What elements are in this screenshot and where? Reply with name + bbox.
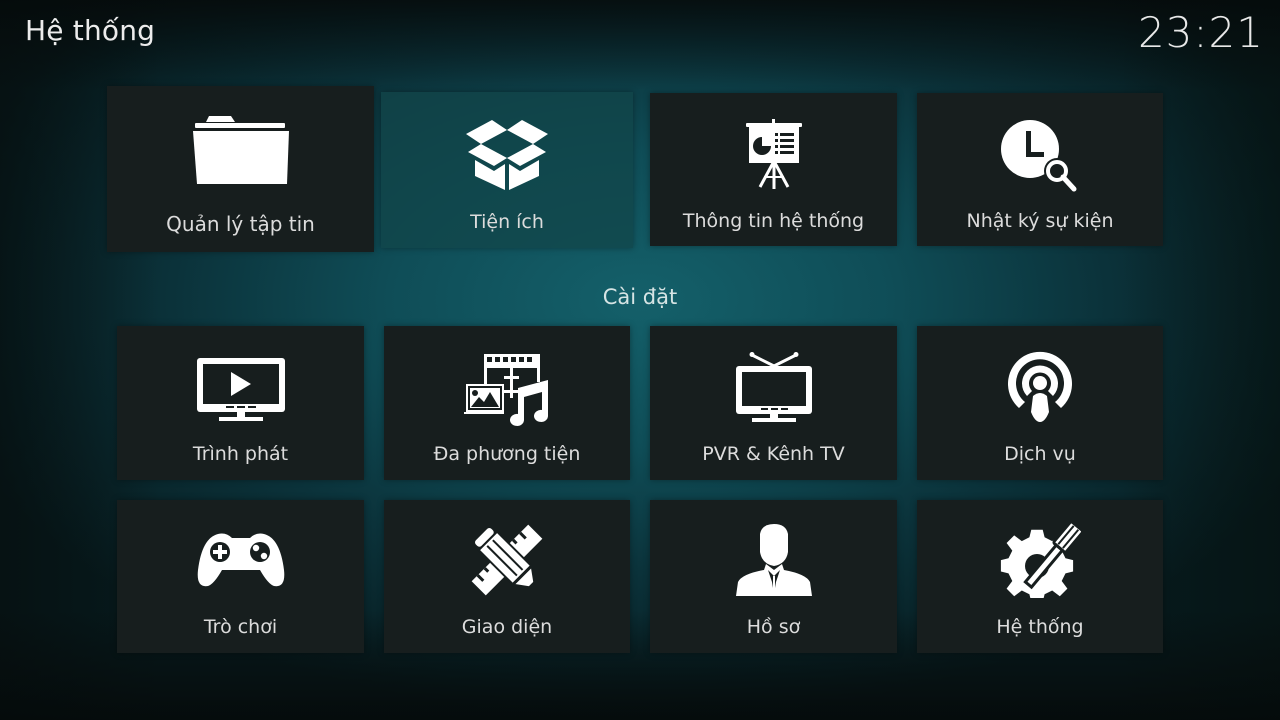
page-title: Hệ thống bbox=[25, 14, 156, 47]
open-box-icon bbox=[464, 116, 550, 192]
tv-antenna-icon bbox=[734, 352, 814, 422]
tile-label: Giao diện bbox=[461, 616, 553, 638]
tile-label: Nhật ký sự kiện bbox=[966, 210, 1114, 232]
tile-system-info[interactable]: Thông tin hệ thống bbox=[650, 93, 897, 246]
tile-interface[interactable]: Giao diện bbox=[384, 500, 630, 653]
tile-label: Dịch vụ bbox=[1004, 443, 1076, 465]
clock-search-icon bbox=[1000, 119, 1080, 195]
tile-label: Đa phương tiện bbox=[433, 443, 581, 465]
tile-label: Tiện ích bbox=[470, 211, 544, 233]
gamepad-icon bbox=[196, 530, 286, 590]
folder-icon bbox=[191, 114, 291, 186]
tile-profiles[interactable]: Hồ sơ bbox=[650, 500, 897, 653]
tile-add-ons[interactable]: Tiện ích bbox=[381, 92, 633, 248]
tile-games[interactable]: Trò chơi bbox=[117, 500, 364, 653]
tile-label: Trò chơi bbox=[203, 616, 278, 638]
tile-event-log[interactable]: Nhật ký sự kiện bbox=[917, 93, 1163, 246]
tile-system[interactable]: Hệ thống bbox=[917, 500, 1163, 653]
broadcast-person-icon bbox=[1005, 350, 1075, 424]
clock: 23:21 bbox=[1137, 8, 1264, 57]
tile-media[interactable]: Đa phương tiện bbox=[384, 326, 630, 480]
tile-label: Trình phát bbox=[192, 443, 289, 465]
tile-label: PVR & Kênh TV bbox=[702, 443, 845, 465]
tile-player[interactable]: Trình phát bbox=[117, 326, 364, 480]
tile-pvr-live-tv[interactable]: PVR & Kênh TV bbox=[650, 326, 897, 480]
presentation-board-icon bbox=[745, 119, 802, 189]
tile-label: Quản lý tập tin bbox=[166, 212, 315, 236]
gear-screwdriver-icon bbox=[999, 522, 1081, 598]
tile-services[interactable]: Dịch vụ bbox=[917, 326, 1163, 480]
tile-file-manager[interactable]: Quản lý tập tin bbox=[107, 86, 374, 252]
monitor-play-icon bbox=[195, 356, 287, 422]
pencil-ruler-icon bbox=[470, 524, 544, 596]
media-library-icon bbox=[462, 352, 552, 426]
tile-label: Thông tin hệ thống bbox=[682, 210, 865, 232]
user-profile-icon bbox=[734, 524, 814, 596]
section-title-settings: Cài đặt bbox=[602, 285, 678, 309]
tile-label: Hồ sơ bbox=[746, 616, 801, 638]
tile-label: Hệ thống bbox=[996, 616, 1084, 638]
